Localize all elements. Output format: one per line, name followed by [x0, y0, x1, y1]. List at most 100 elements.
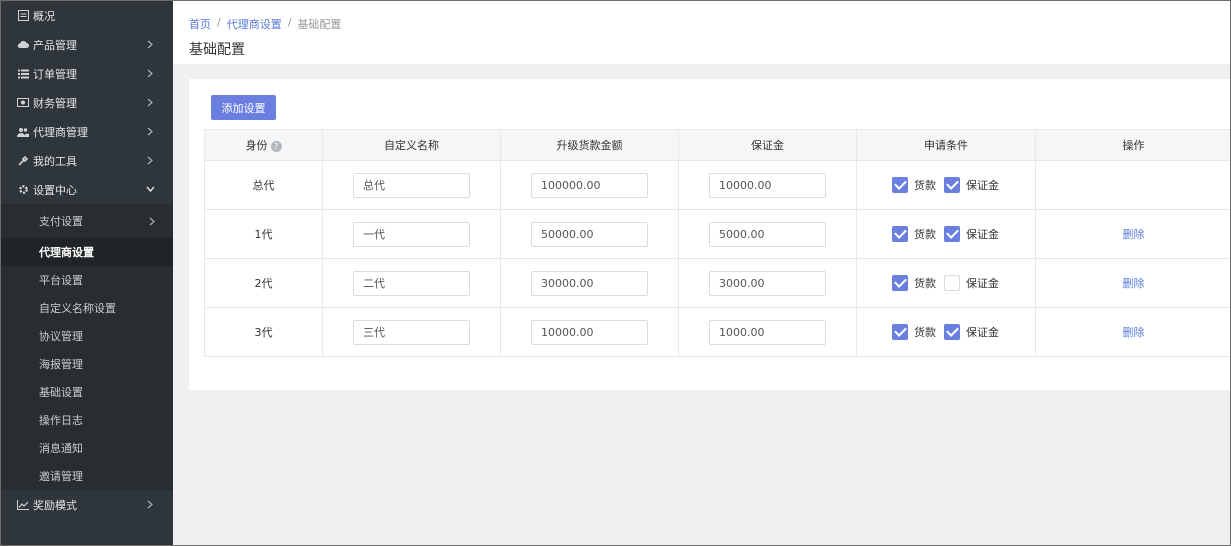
identity-text: 1代: [254, 228, 273, 241]
submenu-item-oplog[interactable]: 操作日志: [1, 406, 173, 434]
identity-cell: 总代: [204, 160, 323, 210]
settings-submenu: 支付设置 代理商设置 平台设置 自定义名称设置 协议管理 海报管理 基础设置 操…: [1, 204, 173, 490]
app-window: 概况 产品管理 订单管理 财务管理 代理商管理 我的工具 设置中心 支付设置 代…: [0, 0, 1231, 546]
sidebar-item-label: 产品管理: [33, 38, 77, 52]
upgrade-amount-cell: [500, 209, 679, 259]
col-upgrade-amount: 升级货款金额: [500, 129, 679, 161]
custom-name-input[interactable]: [353, 270, 470, 296]
chevron-right-icon: [145, 97, 155, 107]
delete-link[interactable]: 删除: [1123, 326, 1145, 339]
delete-link[interactable]: 删除: [1123, 228, 1145, 241]
identity-text: 总代: [252, 179, 275, 192]
sidebar-item-orders[interactable]: 订单管理: [1, 59, 173, 88]
help-icon[interactable]: ?: [270, 140, 282, 152]
breadcrumb-parent[interactable]: 代理商设置: [227, 16, 282, 32]
sidebar-item-label: 订单管理: [33, 67, 77, 81]
deposit-input[interactable]: [709, 319, 826, 345]
payment-checkbox[interactable]: [892, 324, 908, 340]
deposit-cell: [678, 307, 857, 357]
chevron-down-icon: [145, 184, 155, 194]
table-row: 1代 货款 保证金 删除: [204, 209, 1230, 259]
chevron-right-icon: [149, 216, 155, 229]
breadcrumb-separator: /: [217, 16, 221, 29]
upgrade-amount-input[interactable]: [531, 172, 648, 198]
sidebar-item-label: 概况: [33, 9, 55, 23]
sidebar-item-tools[interactable]: 我的工具: [1, 146, 173, 175]
submenu-item-agreement[interactable]: 协议管理: [1, 322, 173, 350]
table-header-row: 身份? 自定义名称 升级货款金额 保证金 申请条件 操作: [204, 129, 1230, 161]
page-header: 首页 / 代理商设置 / 基础配置 基础配置: [173, 1, 1230, 64]
deposit-checkbox[interactable]: [944, 226, 960, 242]
identity-cell: 3代: [204, 307, 323, 357]
chevron-right-icon: [145, 39, 155, 49]
submenu-item-label: 消息通知: [39, 442, 83, 455]
payment-checkbox[interactable]: [892, 177, 908, 193]
sidebar-item-overview[interactable]: 概况: [1, 1, 173, 30]
sidebar-item-agents[interactable]: 代理商管理: [1, 117, 173, 146]
sidebar-item-products[interactable]: 产品管理: [1, 30, 173, 59]
identity-cell: 1代: [204, 209, 323, 259]
identity-cell: 2代: [204, 258, 323, 308]
sidebar-item-label: 奖励模式: [33, 499, 77, 512]
sidebar: 概况 产品管理 订单管理 财务管理 代理商管理 我的工具 设置中心 支付设置 代…: [1, 1, 173, 545]
cloud-icon: [17, 39, 29, 51]
conditions-cell: 货款 保证金: [856, 307, 1036, 357]
add-setting-button[interactable]: 添加设置: [211, 95, 276, 120]
page-title: 基础配置: [189, 42, 245, 58]
deposit-checkbox[interactable]: [944, 275, 960, 291]
deposit-cell: [678, 258, 857, 308]
deposit-label: 保证金: [966, 228, 999, 241]
submenu-item-label: 海报管理: [39, 358, 83, 371]
submenu-item-platform[interactable]: 平台设置: [1, 266, 173, 294]
chart-icon: [17, 499, 29, 511]
deposit-input[interactable]: [709, 221, 826, 247]
upgrade-amount-cell: [500, 258, 679, 308]
custom-name-input[interactable]: [353, 221, 470, 247]
payment-label: 货款: [914, 179, 936, 192]
delete-link[interactable]: 删除: [1123, 277, 1145, 290]
payment-checkbox[interactable]: [892, 275, 908, 291]
submenu-item-label: 协议管理: [39, 330, 83, 343]
identity-text: 2代: [254, 277, 273, 290]
deposit-checkbox[interactable]: [944, 177, 960, 193]
upgrade-amount-input[interactable]: [531, 221, 648, 247]
col-actions: 操作: [1035, 129, 1230, 161]
custom-name-input[interactable]: [353, 172, 470, 198]
config-card: 添加设置 身份? 自定义名称 升级货款金额 保证金 申请条件 操作 总代 总代 …: [189, 79, 1230, 390]
submenu-item-agent-settings[interactable]: 代理商设置: [1, 238, 173, 266]
deposit-input[interactable]: [709, 172, 826, 198]
submenu-item-label: 代理商设置: [39, 246, 94, 259]
chevron-right-icon: [145, 499, 155, 509]
submenu-item-notify[interactable]: 消息通知: [1, 434, 173, 462]
sidebar-item-rewards[interactable]: 奖励模式: [1, 490, 173, 520]
submenu-item-poster[interactable]: 海报管理: [1, 350, 173, 378]
custom-name-cell: [322, 160, 501, 210]
sidebar-item-finance[interactable]: 财务管理: [1, 88, 173, 117]
col-identity: 身份?: [204, 129, 323, 161]
table-row: 2代 货款 保证金 删除: [204, 258, 1230, 308]
tools-icon: [17, 155, 29, 167]
deposit-checkbox[interactable]: [944, 324, 960, 340]
conditions-cell: 货款 保证金: [856, 258, 1036, 308]
breadcrumb-home[interactable]: 首页: [189, 16, 211, 32]
upgrade-amount-cell: [500, 160, 679, 210]
sidebar-item-label: 我的工具: [33, 154, 77, 168]
custom-name-input[interactable]: [353, 319, 470, 345]
submenu-item-basic[interactable]: 基础设置: [1, 378, 173, 406]
sidebar-item-label: 设置中心: [33, 183, 77, 197]
submenu-item-invite[interactable]: 邀请管理: [1, 462, 173, 490]
deposit-cell: [678, 160, 857, 210]
money-icon: [17, 97, 29, 109]
upgrade-amount-input[interactable]: [531, 319, 648, 345]
deposit-input[interactable]: [709, 270, 826, 296]
submenu-item-payment[interactable]: 支付设置: [1, 204, 173, 238]
upgrade-amount-input[interactable]: [531, 270, 648, 296]
submenu-item-custom-name[interactable]: 自定义名称设置: [1, 294, 173, 322]
payment-checkbox[interactable]: [892, 226, 908, 242]
chevron-right-icon: [145, 155, 155, 165]
breadcrumb-current: 基础配置: [297, 18, 342, 31]
sidebar-item-settings[interactable]: 设置中心: [1, 175, 173, 204]
custom-name-cell: [322, 307, 501, 357]
overview-icon: [17, 10, 29, 22]
users-icon: [17, 126, 29, 138]
